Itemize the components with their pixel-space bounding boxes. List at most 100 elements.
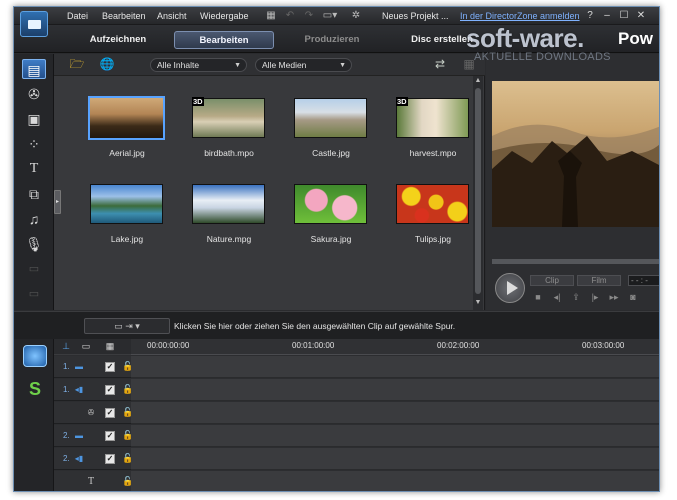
lock-icon[interactable]: 🔓	[122, 407, 133, 418]
item-label: Aerial.jpg	[109, 148, 145, 158]
thumbnail	[90, 184, 163, 224]
status-line: ▭ ⇥ ▾ Klicken Sie hier oder ziehen Sie d…	[14, 311, 659, 339]
item-label: harvest.mpo	[409, 148, 457, 158]
add-track-icon[interactable]: ▦	[102, 341, 118, 352]
preview-mode-film[interactable]: Film	[577, 275, 621, 286]
timeline-panel: S ⊥ ▭ ▦ 00:00:00:00 00:01:00:00 00:02:00…	[14, 339, 659, 491]
library-item-birdbath[interactable]: 3D birdbath.mpo	[184, 84, 274, 164]
timecode-display[interactable]: - - : -	[628, 275, 659, 286]
track-header-video-2: 2. ▬ ✓ 🔓	[54, 425, 133, 447]
app-logo-icon	[20, 11, 48, 37]
snapshot-icon[interactable]: ⇪	[569, 292, 583, 303]
effects-room-icon[interactable]: ✇	[22, 84, 46, 104]
timeline-view-switch: S	[14, 339, 54, 491]
tab-bearbeiten[interactable]: Bearbeiten	[174, 31, 274, 49]
library-menu-icon[interactable]: ⇄	[431, 57, 449, 72]
pip-room-icon[interactable]: ▣	[22, 109, 46, 129]
title-room-icon[interactable]: T	[22, 159, 46, 179]
filter-media-select[interactable]: Alle Medien ▼	[255, 58, 352, 72]
lock-icon[interactable]: 🔓	[122, 384, 133, 395]
filter-content-value: Alle Inhalte	[157, 60, 200, 70]
track-lane-audio-1[interactable]	[131, 379, 659, 401]
media-library: 🗁 🌐 Alle Inhalte ▼ Alle Medien ▼ ⇄ ▦ Aer…	[54, 54, 485, 310]
subtitle-room-icon[interactable]: ▭	[22, 284, 46, 304]
import-folder-icon[interactable]: 🗁	[68, 57, 86, 72]
library-item-castle[interactable]: Castle.jpg	[286, 84, 376, 164]
menu-ansicht[interactable]: Ansicht	[157, 11, 187, 21]
scroll-down-icon[interactable]: ▼	[474, 299, 482, 306]
media-room-icon[interactable]: ▤	[22, 59, 46, 79]
scroll-up-icon[interactable]: ▲	[474, 77, 482, 84]
chevron-down-icon: ▼	[339, 62, 346, 69]
next-frame-icon[interactable]: |▸	[588, 292, 602, 303]
video-track-icon: ▬	[75, 431, 83, 440]
chapter-room-icon[interactable]: ▭	[22, 259, 46, 279]
fit-icon[interactable]: ⊥	[58, 341, 74, 352]
thumbnail	[294, 184, 367, 224]
undo-icon[interactable]: ↶	[284, 10, 296, 21]
redo-icon[interactable]: ↷	[303, 10, 315, 21]
directorzone-login-link[interactable]: In der DirectorZone anmelden	[460, 11, 580, 21]
library-item-aerial[interactable]: Aerial.jpg	[82, 84, 172, 164]
transition-room-icon[interactable]: ⧉	[22, 184, 46, 204]
thumbnail	[88, 96, 165, 140]
library-item-tulips[interactable]: Tulips.jpg	[388, 170, 478, 250]
track-lane-video-1[interactable]	[131, 356, 659, 378]
timeline-view-icon[interactable]	[23, 345, 47, 367]
library-item-lake[interactable]: Lake.jpg	[82, 170, 172, 250]
track-lane-video-2[interactable]	[131, 425, 659, 447]
track-lane-fx[interactable]	[131, 402, 659, 424]
track-lane-audio-2[interactable]	[131, 448, 659, 470]
particle-room-icon[interactable]: ⁘	[22, 134, 46, 154]
preview-seek-bar[interactable]	[492, 259, 659, 264]
gear-icon[interactable]: ✲	[350, 10, 362, 21]
track-view-icon[interactable]: ▭	[78, 341, 94, 352]
play-button[interactable]	[495, 273, 525, 303]
library-item-sakura[interactable]: Sakura.jpg	[286, 170, 376, 250]
preview-screen	[492, 81, 659, 227]
voice-over-room-icon[interactable]: 🎙	[22, 234, 46, 254]
lock-icon[interactable]: 🔓	[122, 361, 133, 372]
minimize-button[interactable]: –	[600, 9, 614, 22]
effect-track-icon: ✇	[87, 408, 95, 417]
scroll-thumb[interactable]	[475, 88, 481, 294]
ruler-label: 00:00:00:00	[147, 341, 190, 350]
storyboard-view-icon[interactable]: S	[26, 379, 44, 399]
audio-mixing-room-icon[interactable]: ♫	[22, 209, 46, 229]
track-enable-checkbox[interactable]: ✓	[105, 408, 115, 418]
previous-frame-icon[interactable]: ◂|	[550, 292, 564, 303]
preview-mode-clip[interactable]: Clip	[530, 275, 574, 286]
monitor-dropdown-icon[interactable]: ▭▾	[321, 10, 339, 21]
tab-produzieren[interactable]: Produzieren	[282, 31, 382, 49]
lock-icon[interactable]: 🔓	[122, 453, 133, 464]
track-enable-checkbox[interactable]: ✓	[105, 385, 115, 395]
fast-forward-icon[interactable]: ▸▸	[607, 292, 621, 303]
filter-content-select[interactable]: Alle Inhalte ▼	[150, 58, 247, 72]
track-enable-checkbox[interactable]: ✓	[105, 454, 115, 464]
menu-wiedergabe[interactable]: Wiedergabe	[200, 11, 249, 21]
maximize-button[interactable]: ☐	[617, 9, 631, 22]
thumbnail	[192, 184, 265, 224]
stop-icon[interactable]: ■	[531, 292, 545, 303]
menu-bearbeiten[interactable]: Bearbeiten	[102, 11, 146, 21]
library-item-nature[interactable]: Nature.mpg	[184, 170, 274, 250]
help-button[interactable]: ?	[583, 9, 597, 22]
lock-icon[interactable]: 🔓	[122, 476, 133, 487]
lock-icon[interactable]: 🔓	[122, 430, 133, 441]
track-manager-button[interactable]: ▭ ⇥ ▾	[84, 318, 170, 334]
track-lane-title[interactable]	[131, 471, 659, 491]
camera-icon[interactable]: ◙	[626, 292, 640, 303]
app-window: Datei Bearbeiten Ansicht Wiedergabe ▦ ↶ …	[13, 6, 660, 492]
tab-aufzeichnen[interactable]: Aufzeichnen	[68, 31, 168, 49]
timeline-ruler[interactable]: 00:00:00:00 00:01:00:00 00:02:00:00 00:0…	[131, 339, 659, 355]
track-enable-checkbox[interactable]: ✓	[105, 431, 115, 441]
download-media-icon[interactable]: 🌐	[98, 57, 116, 72]
library-scrollbar[interactable]: ▲ ▼	[473, 76, 483, 310]
close-button[interactable]: ✕	[634, 9, 648, 22]
track-enable-checkbox[interactable]: ✓	[105, 362, 115, 372]
menu-datei[interactable]: Datei	[67, 11, 88, 21]
library-item-harvest[interactable]: 3D harvest.mpo	[388, 84, 478, 164]
item-label: Tulips.jpg	[414, 234, 452, 244]
save-icon[interactable]: ▦	[265, 10, 277, 21]
expand-panel-handle[interactable]: ▸	[54, 190, 61, 214]
